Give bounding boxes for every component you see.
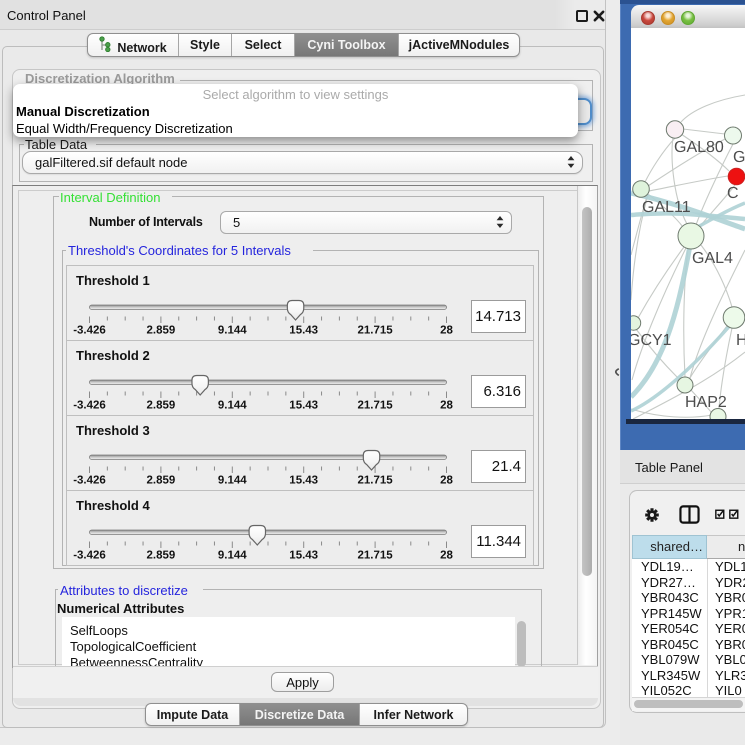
- svg-text:9.144: 9.144: [218, 325, 247, 337]
- svg-text:15.43: 15.43: [289, 475, 318, 487]
- svg-text:GAL11: GAL11: [642, 199, 691, 216]
- svg-text:28: 28: [440, 325, 453, 337]
- svg-text:C: C: [727, 185, 739, 202]
- svg-text:2.859: 2.859: [147, 550, 176, 562]
- svg-text:15.43: 15.43: [289, 550, 318, 562]
- svg-text:-3.426: -3.426: [73, 325, 106, 337]
- svg-text:21.715: 21.715: [358, 325, 394, 337]
- svg-text:2.859: 2.859: [147, 325, 176, 337]
- svg-text:21.715: 21.715: [358, 400, 394, 412]
- svg-text:9.144: 9.144: [218, 550, 247, 562]
- svg-text:21.715: 21.715: [358, 475, 394, 487]
- svg-text:H: H: [736, 332, 745, 349]
- svg-text:21.715: 21.715: [358, 550, 394, 562]
- svg-text:GA: GA: [733, 149, 745, 166]
- svg-text:-3.426: -3.426: [73, 400, 106, 412]
- svg-text:GAL4: GAL4: [692, 250, 733, 267]
- svg-text:-3.426: -3.426: [73, 550, 106, 562]
- svg-text:28: 28: [440, 400, 453, 412]
- svg-text:15.43: 15.43: [289, 400, 318, 412]
- svg-text:2.859: 2.859: [147, 475, 176, 487]
- svg-text:GAL80: GAL80: [674, 139, 724, 156]
- svg-text:-3.426: -3.426: [73, 475, 106, 487]
- svg-text:9.144: 9.144: [218, 475, 247, 487]
- svg-text:GCY1: GCY1: [631, 332, 672, 349]
- svg-text:28: 28: [440, 475, 453, 487]
- svg-text:28: 28: [440, 550, 453, 562]
- svg-text:2.859: 2.859: [147, 400, 176, 412]
- svg-text:9.144: 9.144: [218, 400, 247, 412]
- svg-text:HAP2: HAP2: [685, 394, 727, 411]
- svg-text:15.43: 15.43: [289, 325, 318, 337]
